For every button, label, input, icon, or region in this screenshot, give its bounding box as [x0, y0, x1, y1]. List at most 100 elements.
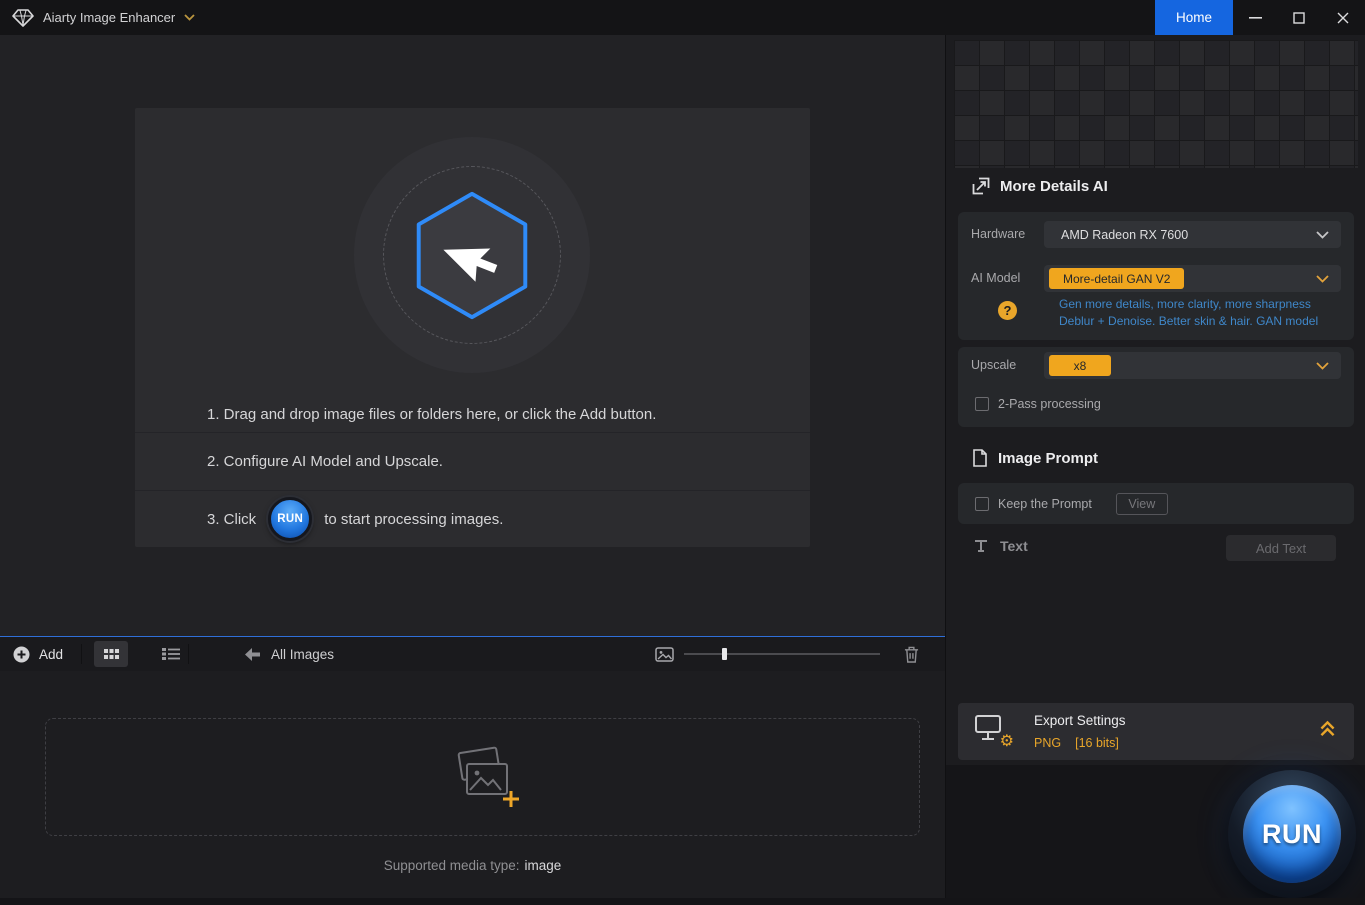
ai-model-description-line2: Deblur + Denoise. Better skin & hair. GA… — [1059, 313, 1344, 330]
add-images-dropzone[interactable] — [45, 718, 920, 836]
toolbar-separator — [81, 644, 82, 664]
main-toolbar: Add — [0, 636, 945, 671]
double-chevron-up-icon — [1319, 720, 1336, 737]
collapse-export-button[interactable] — [1319, 720, 1336, 737]
upscale-panel: Upscale x8 2-Pass processing — [958, 347, 1354, 427]
add-button[interactable]: Add — [0, 646, 81, 663]
close-icon — [1337, 12, 1349, 24]
two-pass-checkbox[interactable] — [975, 397, 989, 411]
image-prompt-title: Image Prompt — [998, 450, 1098, 467]
slider-track[interactable] — [684, 653, 880, 655]
upscale-label: Upscale — [971, 358, 1016, 372]
app-body: 1. Drag and drop image files or folders … — [0, 35, 1365, 905]
run-badge: RUN — [268, 497, 312, 541]
keep-prompt-checkbox[interactable] — [975, 497, 989, 511]
prompt-panel: Keep the Prompt View — [958, 483, 1354, 524]
file-list-area: Supported media type: image — [0, 671, 945, 905]
hardware-value: AMD Radeon RX 7600 — [1061, 228, 1188, 242]
app-window: Aiarty Image Enhancer Home — [0, 0, 1365, 905]
window-bottom-edge — [0, 898, 1365, 905]
export-format: PNG — [1034, 736, 1061, 750]
ai-model-description: Gen more details, more clarity, more sha… — [1059, 296, 1344, 330]
upscale-select[interactable]: x8 — [1044, 352, 1341, 379]
two-pass-checkbox-row[interactable]: 2-Pass processing — [975, 397, 1101, 411]
chevron-down-icon — [1316, 231, 1329, 239]
view-prompt-button[interactable]: View — [1116, 493, 1168, 515]
gear-icon: ⚙ — [1000, 734, 1014, 750]
workspace-canvas: 1. Drag and drop image files or folders … — [0, 35, 945, 636]
grid-view-icon — [104, 649, 119, 660]
maximize-icon — [1293, 12, 1305, 24]
run-button-face: RUN — [1243, 785, 1341, 883]
instruction-step-2: 2. Configure AI Model and Upscale. — [135, 432, 810, 490]
upscale-value-badge: x8 — [1049, 355, 1111, 376]
all-images-label: All Images — [271, 647, 334, 662]
instruction-step-3-prefix: 3. Click — [207, 511, 256, 528]
ai-model-description-line1: Gen more details, more clarity, more sha… — [1059, 296, 1344, 313]
document-icon — [972, 449, 988, 467]
preview-grid — [954, 40, 1358, 168]
thumbnail-size-icon — [655, 647, 674, 662]
supported-prefix: Supported media type: — [384, 858, 520, 873]
app-logo-icon — [12, 8, 34, 28]
back-arrow-icon — [245, 648, 260, 661]
supported-media-note: Supported media type: image — [0, 858, 945, 873]
list-view-icon — [162, 648, 180, 660]
chevron-down-icon — [1316, 362, 1329, 370]
list-view-button[interactable] — [154, 641, 188, 667]
instruction-step-1: 1. Drag and drop image files or folders … — [207, 406, 656, 423]
ai-model-select[interactable]: More-detail GAN V2 — [1044, 265, 1341, 292]
run-button[interactable]: RUN — [1228, 770, 1356, 898]
export-format-row: PNG [16 bits] — [1034, 736, 1119, 750]
hardware-label: Hardware — [971, 227, 1025, 241]
instruction-step-3-suffix: to start processing images. — [324, 511, 503, 528]
ai-model-label: AI Model — [971, 271, 1020, 285]
chevron-down-icon — [184, 14, 195, 21]
app-title: Aiarty Image Enhancer — [43, 10, 175, 25]
titlebar: Aiarty Image Enhancer Home — [0, 0, 1365, 35]
add-button-label: Add — [39, 647, 63, 662]
trash-icon — [904, 646, 919, 663]
text-section-label: Text — [1000, 538, 1028, 554]
export-settings-panel[interactable]: ⚙ Export Settings PNG [16 bits] — [958, 703, 1354, 760]
resize-icon — [972, 177, 990, 195]
delete-all-button[interactable] — [904, 646, 919, 663]
add-photos-icon — [445, 746, 521, 808]
main-panel: 1. Drag and drop image files or folders … — [0, 35, 945, 905]
add-plus-icon — [13, 646, 30, 663]
model-settings-panel: Hardware AMD Radeon RX 7600 AI Model Mor… — [958, 212, 1354, 340]
all-images-filter[interactable]: All Images — [245, 647, 334, 662]
home-button[interactable]: Home — [1155, 0, 1233, 35]
more-details-header: More Details AI — [972, 177, 1108, 195]
ai-model-value-badge: More-detail GAN V2 — [1049, 268, 1184, 289]
add-text-button[interactable]: Add Text — [1226, 535, 1336, 561]
keep-prompt-label: Keep the Prompt — [998, 497, 1092, 511]
close-button[interactable] — [1321, 0, 1365, 35]
cursor-hexagon-icon — [397, 180, 547, 330]
text-tool-icon — [973, 538, 989, 554]
image-prompt-header: Image Prompt — [972, 449, 1098, 467]
titlebar-controls: Home — [1155, 0, 1365, 35]
minimize-button[interactable] — [1233, 0, 1277, 35]
app-menu[interactable]: Aiarty Image Enhancer — [0, 8, 195, 28]
minimize-icon — [1249, 17, 1262, 19]
instruction-step-3: 3. Click RUN to start processing images. — [135, 490, 810, 547]
thumbnail-size-slider[interactable] — [684, 647, 880, 661]
run-badge-label: RUN — [277, 513, 303, 525]
export-bit-depth: [16 bits] — [1075, 736, 1119, 750]
logo-zone: 1. Drag and drop image files or folders … — [135, 108, 810, 432]
settings-sidebar: More Details AI Hardware AMD Radeon RX 7… — [945, 35, 1365, 905]
two-pass-label: 2-Pass processing — [998, 397, 1101, 411]
export-settings-icon: ⚙ — [974, 714, 1010, 748]
slider-handle[interactable] — [722, 648, 727, 660]
hardware-select[interactable]: AMD Radeon RX 7600 — [1044, 221, 1341, 248]
more-details-title: More Details AI — [1000, 178, 1108, 195]
supported-value: image — [525, 858, 562, 873]
ai-model-help-button[interactable]: ? — [998, 301, 1017, 320]
export-settings-title: Export Settings — [1034, 713, 1126, 728]
toolbar-separator — [188, 644, 189, 664]
drop-target-card[interactable]: 1. Drag and drop image files or folders … — [135, 108, 810, 547]
chevron-down-icon — [1316, 275, 1329, 283]
maximize-button[interactable] — [1277, 0, 1321, 35]
grid-view-button[interactable] — [94, 641, 128, 667]
